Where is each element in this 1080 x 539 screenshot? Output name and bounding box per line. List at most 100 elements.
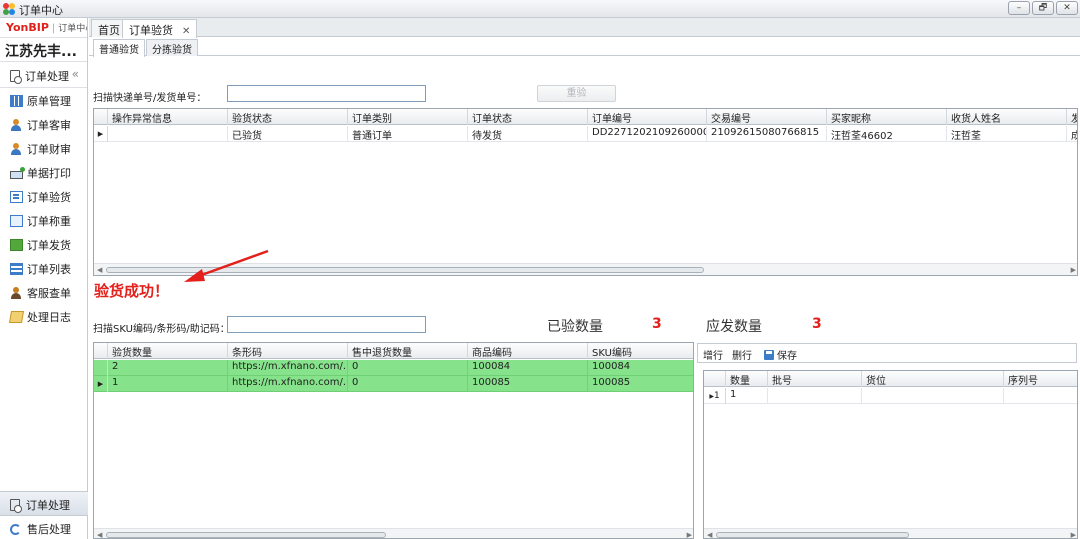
brand-logo: YonBIP: [6, 21, 49, 34]
brand: YonBIP|订单中心: [0, 18, 87, 38]
subtab-normal-inspection[interactable]: 普通验货: [93, 39, 145, 57]
column-header[interactable]: 操作异常信息: [108, 109, 228, 125]
add-row-button[interactable]: 增行: [703, 347, 723, 362]
sidebar-item-customer-review[interactable]: 订单客审: [0, 112, 87, 136]
sidebar-group-order-processing[interactable]: 订单处理 «: [0, 62, 87, 88]
delete-row-button[interactable]: 删行: [732, 347, 752, 362]
close-tab-icon[interactable]: ✕: [182, 26, 190, 37]
table-row[interactable]: ▶ 1 https://m.xfnano.com/... 0 100085 10…: [94, 376, 693, 392]
batch-grid-scrollbar[interactable]: ◀ ▶: [704, 528, 1077, 538]
scan-sku-label: 扫描SKU编码/条形码/助记码：: [93, 324, 230, 335]
column-header[interactable]: 交易编号: [707, 109, 827, 125]
main-tabbar: 首页 订单验货 ✕: [89, 18, 1080, 38]
column-header[interactable]: 售中退货数量: [348, 343, 468, 359]
brand-subtitle: 订单中心: [58, 24, 87, 34]
printer-icon: [10, 167, 25, 179]
scroll-right-icon[interactable]: ▶: [1071, 264, 1076, 275]
check-list-icon: [10, 191, 23, 203]
column-header[interactable]: 数量: [726, 371, 768, 387]
service-icon: [10, 287, 23, 299]
user-icon: [10, 143, 23, 155]
minimize-button[interactable]: –: [1008, 1, 1030, 15]
scroll-left-icon[interactable]: ◀: [97, 529, 102, 538]
arrow-annotation: [184, 249, 269, 282]
sku-grid-header: 验货数量 条形码 售中退货数量 商品编码 SKU编码: [94, 343, 693, 359]
sku-grid-scrollbar[interactable]: ◀ ▶: [94, 528, 693, 538]
scan-sku-input[interactable]: [227, 316, 426, 333]
sidebar-item-original-orders[interactable]: 原单管理: [0, 88, 87, 112]
column-header[interactable]: 验货数量: [108, 343, 228, 359]
column-header[interactable]: 商品编码: [468, 343, 588, 359]
column-header[interactable]: 发: [1067, 109, 1077, 125]
scroll-left-icon[interactable]: ◀: [707, 529, 712, 538]
window-title: 订单中心: [19, 4, 63, 17]
column-header[interactable]: 批号: [768, 371, 862, 387]
restore-button[interactable]: 🗗: [1032, 1, 1054, 15]
list-icon: [10, 263, 23, 275]
refresh-icon: [10, 524, 21, 535]
shipping-icon: [10, 239, 23, 251]
company-name[interactable]: 江苏先丰...: [0, 38, 87, 62]
app-logo-icon: [3, 3, 15, 15]
inspection-success-message: 验货成功！: [94, 282, 170, 300]
recheck-button[interactable]: 重验: [537, 85, 616, 102]
column-header[interactable]: 序列号: [1004, 371, 1077, 387]
document-icon: [10, 70, 22, 84]
column-header[interactable]: 条形码: [228, 343, 348, 359]
module-order-processing[interactable]: 订单处理: [0, 491, 88, 515]
column-header[interactable]: 收货人姓名: [947, 109, 1067, 125]
sidebar-item-log[interactable]: 处理日志: [0, 304, 87, 328]
column-header[interactable]: 验货状态: [228, 109, 348, 125]
window-titlebar: 订单中心 – 🗗 ✕: [0, 0, 1080, 18]
window-controls: – 🗗 ✕: [1008, 1, 1078, 15]
close-button[interactable]: ✕: [1056, 1, 1078, 15]
scroll-thumb[interactable]: [106, 532, 386, 538]
grid-icon: [10, 95, 23, 107]
module-after-sales[interactable]: 售后处理: [0, 515, 88, 539]
checked-quantity-label: 已验数量: [547, 319, 603, 335]
row-indicator-icon: ▶: [94, 376, 108, 392]
sidebar-bottom: 订单处理 售后处理: [0, 491, 88, 539]
scale-icon: [10, 215, 23, 227]
expected-quantity-label: 应发数量: [706, 319, 762, 335]
sidebar-item-finance-review[interactable]: 订单财审: [0, 136, 87, 160]
row-indicator-icon: ▶: [94, 126, 108, 142]
subtabbar: 普通验货 分拣验货: [89, 38, 1080, 57]
scan-order-input[interactable]: [227, 85, 426, 102]
orders-grid-header: 操作异常信息 验货状态 订单类别 订单状态 订单编号 交易编号 买家昵称 收货人…: [94, 109, 1077, 125]
sidebar-item-customer-service[interactable]: 客服查单: [0, 280, 87, 304]
column-header[interactable]: 订单类别: [348, 109, 468, 125]
scroll-left-icon[interactable]: ◀: [97, 264, 102, 275]
collapse-sidebar-icon[interactable]: «: [72, 67, 79, 81]
column-header[interactable]: 订单编号: [588, 109, 707, 125]
sidebar: YonBIP|订单中心 江苏先丰... 订单处理 « 原单管理 订单客审 订单财…: [0, 18, 88, 539]
sidebar-item-shipping[interactable]: 订单发货: [0, 232, 87, 256]
scroll-right-icon[interactable]: ▶: [1071, 529, 1076, 538]
log-icon: [8, 311, 25, 323]
save-button[interactable]: 保存: [764, 347, 797, 362]
scroll-thumb[interactable]: [716, 532, 909, 538]
batch-toolbar: 增行 删行 保存: [697, 343, 1077, 363]
document-icon: [10, 499, 22, 513]
save-icon: [764, 350, 774, 360]
column-header[interactable]: SKU编码: [588, 343, 693, 359]
column-header[interactable]: 买家昵称: [827, 109, 947, 125]
batch-grid: 数量 批号 货位 序列号 ▶1 1 ◀ ▶: [703, 370, 1078, 539]
sidebar-item-print[interactable]: 单据打印: [0, 160, 87, 184]
expected-quantity-value: 3: [812, 316, 822, 332]
batch-grid-header: 数量 批号 货位 序列号: [704, 371, 1077, 387]
scan-order-label: 扫描快递单号/发货单号：: [93, 93, 207, 104]
tab-order-inspection[interactable]: 订单验货 ✕: [122, 19, 198, 38]
sidebar-group-label: 订单处理: [25, 70, 69, 83]
column-header[interactable]: 货位: [862, 371, 1004, 387]
table-row[interactable]: 2 https://m.xfnano.com/... 0 100084 1000…: [94, 360, 693, 376]
sidebar-item-weighing[interactable]: 订单称重: [0, 208, 87, 232]
table-row[interactable]: ▶1 1: [704, 388, 1077, 404]
user-icon: [10, 119, 23, 131]
sidebar-item-inspection[interactable]: 订单验货: [0, 184, 87, 208]
sidebar-item-order-list[interactable]: 订单列表: [0, 256, 87, 280]
subtab-sort-inspection[interactable]: 分拣验货: [146, 39, 198, 56]
column-header[interactable]: 订单状态: [468, 109, 588, 125]
table-row[interactable]: ▶ 已验货 普通订单 待发货 DD227120210926000025 2109…: [94, 126, 1077, 142]
scroll-right-icon[interactable]: ▶: [687, 529, 692, 538]
